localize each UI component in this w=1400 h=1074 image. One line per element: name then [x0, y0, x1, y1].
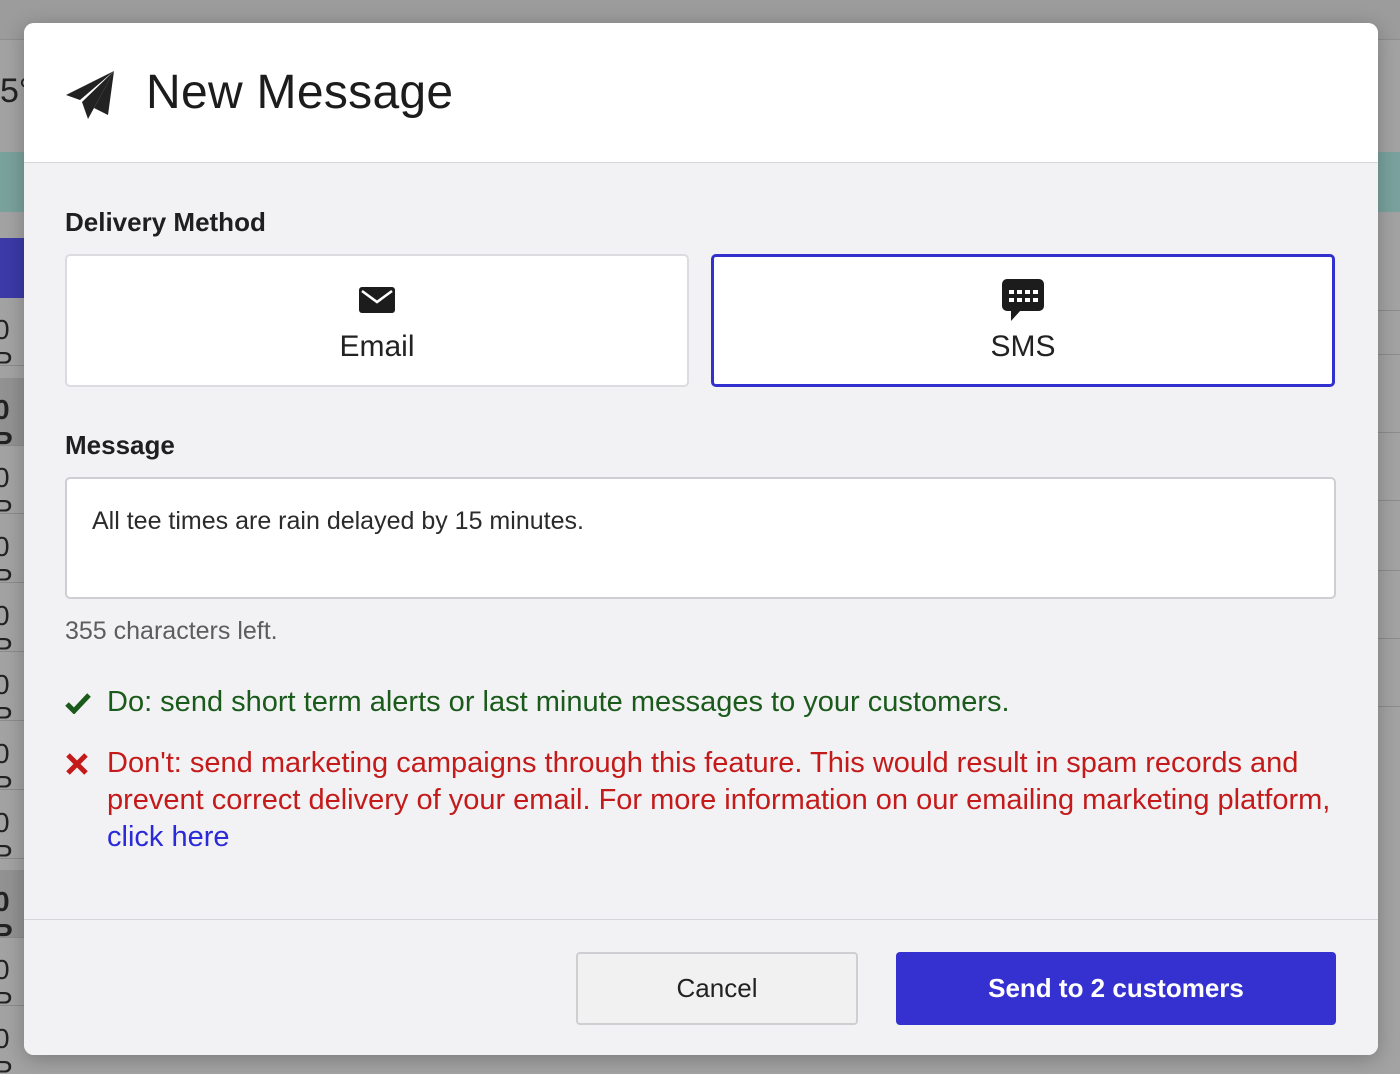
background-row: 0 P — [0, 584, 24, 652]
message-label: Message — [65, 430, 175, 460]
delivery-option-label: SMS — [990, 329, 1056, 363]
background-divider — [1378, 310, 1400, 311]
background-divider — [1378, 570, 1400, 571]
dialog-body: Delivery Method Email SMS Message All te… — [24, 163, 1378, 856]
background-row: 0 P — [0, 653, 24, 721]
dialog-header: New Message — [24, 23, 1378, 163]
sms-bubble-icon — [1001, 278, 1045, 322]
envelope-icon — [359, 278, 395, 322]
delivery-method-options: Email SMS — [65, 254, 1337, 387]
paper-plane-icon — [64, 69, 116, 121]
background-divider — [1378, 706, 1400, 707]
cancel-button[interactable]: Cancel — [576, 952, 858, 1025]
marketing-platform-link[interactable]: click here — [107, 821, 230, 853]
background-row: 0 P — [0, 1007, 24, 1074]
delivery-method-label: Delivery Method — [65, 207, 266, 237]
dialog-title: New Message — [146, 66, 454, 119]
background-row: 0 P — [0, 298, 24, 366]
background-row: 0 P — [0, 870, 24, 938]
background-row: 0 P — [0, 938, 24, 1006]
delivery-option-label: Email — [339, 329, 415, 363]
background-divider — [1378, 500, 1400, 501]
characters-left-counter: 355 characters left. — [65, 617, 278, 645]
delivery-option-email[interactable]: Email — [65, 254, 689, 387]
message-textarea[interactable]: All tee times are rain delayed by 15 min… — [65, 477, 1336, 599]
background-row: 0 P — [0, 791, 24, 859]
background-blue-block — [0, 238, 24, 298]
background-row: 0 P — [0, 446, 24, 514]
background-divider — [1378, 432, 1400, 433]
usage-tips: Do: send short term alerts or last minut… — [65, 684, 1337, 856]
background-row: 0 P — [0, 378, 24, 446]
cross-icon — [65, 745, 107, 782]
background-divider — [1378, 638, 1400, 639]
background-temperature: 5° — [0, 72, 24, 110]
do-tip: Do: send short term alerts or last minut… — [65, 684, 1337, 721]
do-tip-text: Do: send short term alerts or last minut… — [107, 686, 1010, 718]
dont-tip-text: Don't: send marketing campaigns through … — [107, 747, 1331, 853]
dont-tip: Don't: send marketing campaigns through … — [65, 745, 1337, 856]
delivery-option-sms[interactable]: SMS — [711, 254, 1335, 387]
background-divider — [1378, 354, 1400, 355]
background-row: 0 P — [0, 722, 24, 790]
send-button[interactable]: Send to 2 customers — [896, 952, 1336, 1025]
checkmark-icon — [65, 684, 107, 721]
new-message-dialog: New Message Delivery Method Email SMS Me… — [24, 23, 1378, 1055]
dialog-footer: Cancel Send to 2 customers — [24, 919, 1378, 1055]
background-row: 0 P — [0, 515, 24, 583]
